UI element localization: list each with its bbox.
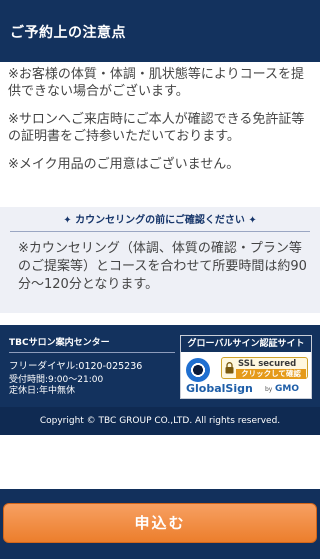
arrow-icon: ✦	[63, 215, 76, 226]
section-header: ご予約上の注意点	[0, 0, 320, 62]
globalsign-seal[interactable]: グローバルサイン認証サイト SSL secured クリックして確認 Globa…	[180, 335, 312, 399]
note-item: ※メイク用品のご用意はございません。	[8, 157, 240, 172]
ssl-secured-badge[interactable]: SSL secured クリックして確認	[221, 357, 308, 379]
note-item: ※サロンへご来店時にご本人が確認できる免許証等の証明書をご持参いただいております…	[8, 112, 305, 144]
divider	[9, 352, 175, 353]
center-name: TBCサロン案内センター	[9, 338, 110, 348]
ssl-label: SSL secured	[238, 359, 297, 369]
ssl-verify-label: クリックして確認	[236, 369, 306, 379]
free-dial[interactable]: フリーダイヤル:0120-025236	[9, 358, 142, 372]
counseling-heading: ✦ カウンセリングの前にご確認ください ✦	[10, 212, 310, 232]
lock-icon	[225, 362, 234, 374]
note-item: ※お客様の体質・体調・肌状態等によりコースを提供できない場合がございます。	[8, 67, 304, 99]
apply-button[interactable]: 申込む	[3, 503, 317, 543]
globalsign-logo-icon	[186, 358, 210, 382]
globalsign-title: グローバルサイン認証サイト	[181, 336, 311, 352]
copyright: Copyright © TBC GROUP CO.,LTD. All right…	[0, 407, 320, 435]
apply-bar: 申込む	[0, 489, 320, 559]
closed-days: 定休日:年中無休	[9, 386, 76, 396]
section-title: ご予約上の注意点	[10, 25, 126, 41]
by-label: by	[265, 386, 273, 393]
counseling-notice: ✦ カウンセリングの前にご確認ください ✦ ※カウンセリング（体調、体質の確認・…	[0, 207, 320, 313]
arrow-icon: ✦	[244, 215, 257, 226]
notes-list: ※お客様の体質・体調・肌状態等によりコースを提供できない場合がございます。 ※サ…	[8, 66, 314, 184]
globalsign-brand: GlobalSign	[186, 382, 253, 395]
counseling-body: ※カウンセリング（体調、体質の確認・プラン等のご提案等）とコースを合わせて所要時…	[18, 241, 307, 292]
gmo-logo: GMO	[275, 384, 299, 394]
footer: TBCサロン案内センター フリーダイヤル:0120-025236 受付時間:9:…	[0, 325, 320, 435]
